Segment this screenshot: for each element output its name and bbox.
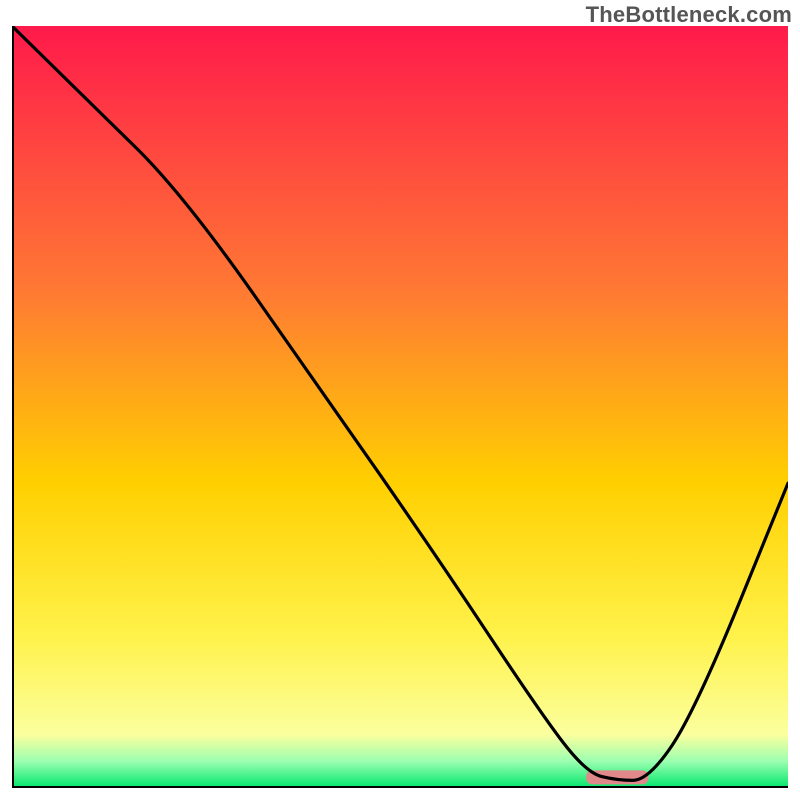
axes-frame [12,26,788,788]
chart-stage: TheBottleneck.com [0,0,800,800]
watermark-text: TheBottleneck.com [586,2,792,28]
